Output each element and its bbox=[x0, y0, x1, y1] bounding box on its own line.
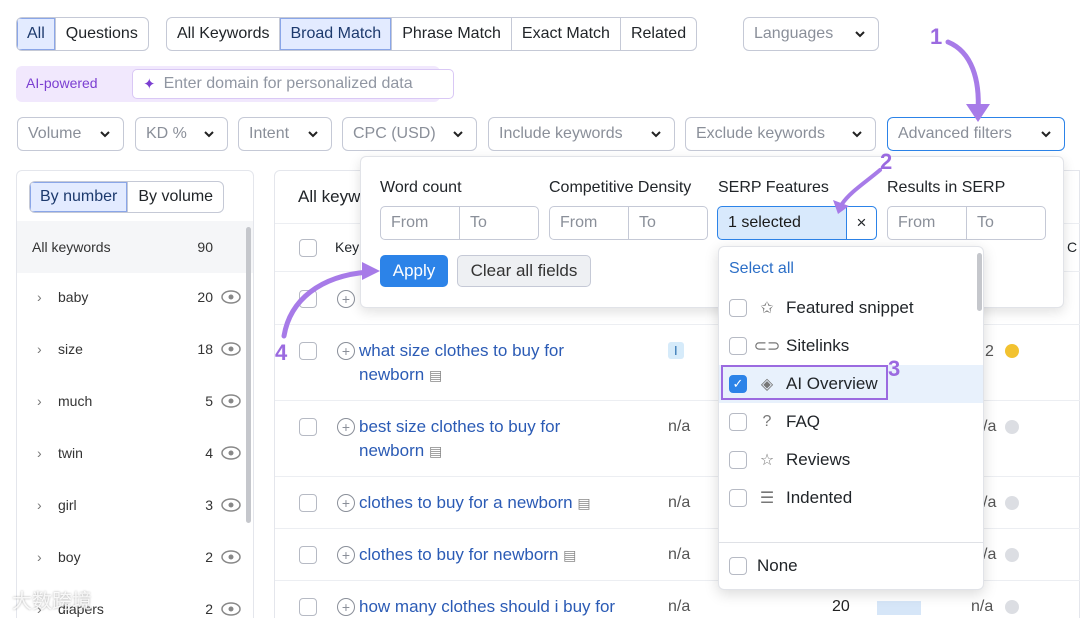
annotation-4: 4 bbox=[275, 340, 288, 365]
annotation-arrows bbox=[281, 39, 990, 339]
arrow-4 bbox=[281, 269, 371, 339]
watermark: 大数跨境 bbox=[12, 589, 92, 613]
arrowhead-4 bbox=[362, 262, 380, 280]
annotation-2: 2 bbox=[880, 149, 893, 174]
arrow-1 bbox=[945, 39, 981, 115]
annotation-1: 1 bbox=[930, 24, 943, 49]
annotation-3: 3 bbox=[888, 356, 901, 381]
arrowhead-1 bbox=[966, 104, 990, 122]
arrow-2 bbox=[840, 168, 882, 206]
